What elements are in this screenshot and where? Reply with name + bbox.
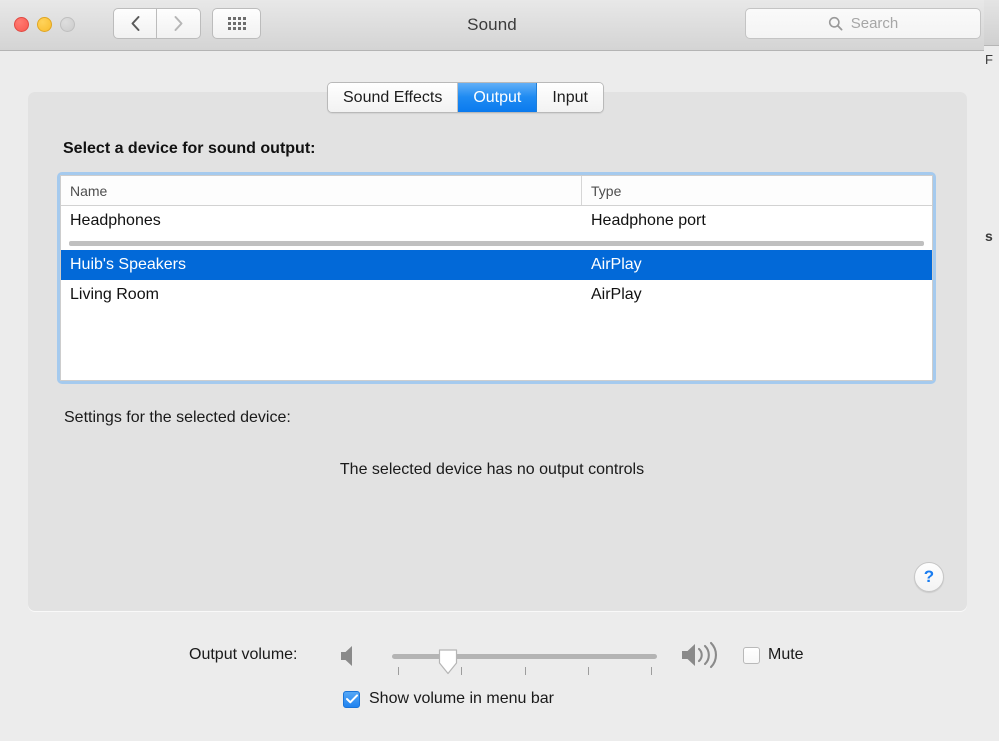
slider-tick [461,667,463,675]
mute-checkbox[interactable] [743,646,760,664]
output-volume-label: Output volume: [189,646,298,663]
column-header-name[interactable]: Name [61,176,582,205]
column-header-type[interactable]: Type [582,176,932,205]
device-table-focus-ring: Name Type Headphones Headphone port Huib… [57,172,936,384]
background-window-titlebar [984,0,999,46]
slider-tick [398,667,399,675]
speaker-loud-icon [682,641,718,669]
slider-tick-marks [392,667,657,677]
device-name: Headphones [70,212,161,229]
background-window-text-fragment-2: s [985,228,993,244]
background-window[interactable]: F s [983,0,999,741]
mute-label: Mute [768,646,804,663]
background-window-text-fragment-1: F [985,52,993,67]
device-type: Headphone port [591,212,706,229]
slider-track[interactable] [392,654,657,659]
device-type: AirPlay [591,286,642,303]
search-placeholder: Search [850,15,899,32]
settings-label: Settings for the selected device: [64,409,291,426]
slider-tick [524,667,526,675]
device-type: AirPlay [591,256,642,273]
output-volume-slider[interactable] [392,648,657,682]
table-row[interactable]: Huib's Speakers AirPlay [61,250,932,280]
device-name: Living Room [70,286,159,303]
show-volume-menubar-label: Show volume in menu bar [369,690,554,707]
slider-tick [651,667,652,675]
select-device-label: Select a device for sound output: [63,140,316,157]
mute-checkbox-group[interactable]: Mute [743,646,804,664]
device-name: Huib's Speakers [70,256,186,273]
search-icon [828,16,843,31]
table-row[interactable]: Living Room AirPlay [61,280,932,310]
sound-preferences-window: Sound Search Sound Effects Output Input … [0,0,984,741]
tab-bar: Sound Effects Output Input [327,82,604,113]
search-input[interactable]: Search [745,8,981,39]
checkmark-icon [345,694,358,704]
help-button[interactable]: ? [914,562,944,592]
tab-output[interactable]: Output [458,83,538,112]
table-row[interactable]: Headphones Headphone port [61,206,932,236]
tab-input[interactable]: Input [537,83,603,112]
device-group-separator [61,236,932,250]
device-table[interactable]: Name Type Headphones Headphone port Huib… [60,175,933,381]
no-output-controls-message: The selected device has no output contro… [339,461,645,478]
separator-bar [69,240,924,246]
show-volume-menubar-checkbox[interactable] [343,690,360,708]
window-titlebar: Sound Search [0,0,984,51]
device-table-header: Name Type [61,176,932,206]
tab-sound-effects[interactable]: Sound Effects [328,83,459,112]
show-volume-menubar-checkbox-group[interactable]: Show volume in menu bar [343,690,554,708]
slider-tick [587,667,589,675]
speaker-mute-icon [341,646,352,666]
